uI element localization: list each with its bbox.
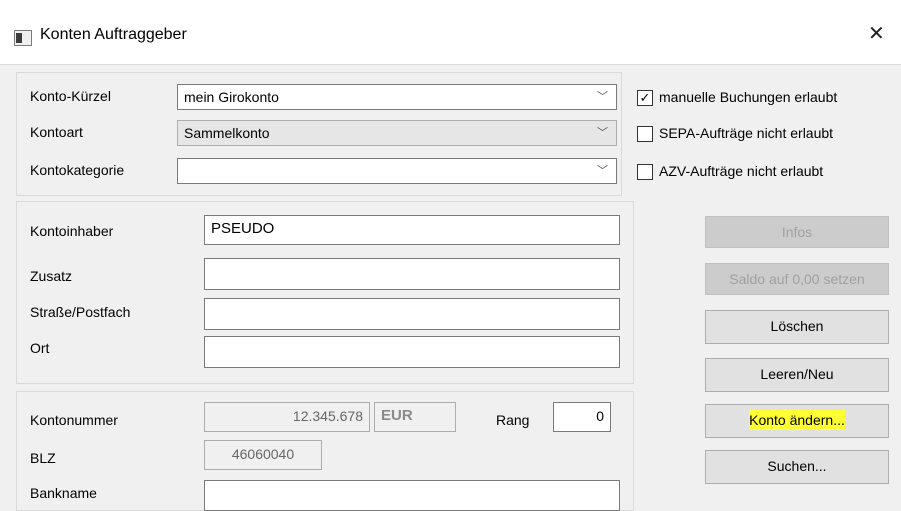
konto-aendern-label: Konto ändern... <box>749 410 845 430</box>
bankname-label: Bankname <box>30 485 97 501</box>
saldo-zero-button[interactable]: Saldo auf 0,00 setzen <box>705 263 889 295</box>
chevron-down-icon[interactable]: ﹀ <box>597 85 608 109</box>
kontokategorie-label: Kontokategorie <box>30 162 125 178</box>
kontoart-value: Sammelkonto <box>184 125 270 141</box>
infos-button[interactable]: Infos <box>705 216 889 248</box>
konto-kuerzel-value: mein Girokonto <box>184 89 279 105</box>
chevron-down-icon[interactable]: ﹀ <box>597 121 608 145</box>
kontonummer-label: Kontonummer <box>30 412 118 428</box>
konto-aendern-button[interactable]: Konto ändern... <box>705 404 889 438</box>
kontoinhaber-input[interactable]: PSEUDO <box>204 215 620 245</box>
rang-label: Rang <box>496 412 530 428</box>
kontoart-combo[interactable]: Sammelkonto ﹀ <box>177 120 617 146</box>
rang-input[interactable]: 0 <box>553 402 611 432</box>
manuelle-buchungen-checkbox[interactable]: ✓ <box>637 90 653 106</box>
kontoinhaber-label: Kontoinhaber <box>30 223 114 239</box>
zusatz-input[interactable] <box>204 258 620 290</box>
leeren-neu-button[interactable]: Leeren/Neu <box>705 358 889 392</box>
title-bar: Konten Auftraggeber ✕ <box>0 0 901 64</box>
kontoart-label: Kontoart <box>30 124 83 140</box>
close-icon[interactable]: ✕ <box>868 24 885 44</box>
checkmark-icon: ✓ <box>639 90 651 105</box>
strasse-label: Straße/Postfach <box>30 304 131 320</box>
manuelle-buchungen-label: manuelle Buchungen erlaubt <box>659 89 838 105</box>
ort-label: Ort <box>30 340 50 356</box>
konto-kuerzel-label: Konto-Kürzel <box>30 88 111 104</box>
strasse-input[interactable] <box>204 298 620 330</box>
azv-auftraege-checkbox[interactable] <box>637 164 653 180</box>
sepa-auftraege-label: SEPA-Aufträge nicht erlaubt <box>659 125 834 141</box>
blz-value: 46060040 <box>204 440 322 470</box>
ort-input[interactable] <box>204 336 620 368</box>
azv-auftraege-label: AZV-Aufträge nicht erlaubt <box>659 163 824 179</box>
window-title: Konten Auftraggeber <box>40 26 187 43</box>
blz-label: BLZ <box>30 450 56 466</box>
sepa-auftraege-checkbox[interactable] <box>637 126 653 142</box>
kontokategorie-combo[interactable]: ﹀ <box>177 158 617 184</box>
loeschen-button[interactable]: Löschen <box>705 310 889 344</box>
currency-badge: EUR <box>374 402 456 432</box>
app-window-icon <box>14 30 32 46</box>
kontonummer-value: 12.345.678 <box>204 402 370 432</box>
zusatz-label: Zusatz <box>30 268 73 284</box>
konto-kuerzel-combo[interactable]: mein Girokonto ﹀ <box>177 84 617 110</box>
suchen-button[interactable]: Suchen... <box>705 450 889 484</box>
bankname-input[interactable] <box>204 480 620 511</box>
chevron-down-icon[interactable]: ﹀ <box>597 159 608 183</box>
